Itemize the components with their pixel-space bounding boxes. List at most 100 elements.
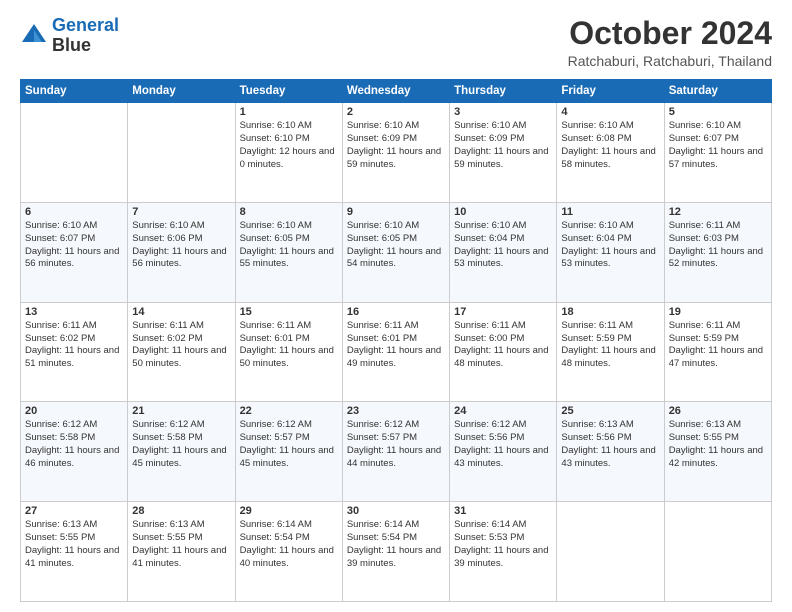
day-number: 13: [25, 306, 123, 318]
day-number: 6: [25, 206, 123, 218]
sunset-text: Sunset: 5:55 PM: [669, 432, 767, 445]
calendar-week-row: 13Sunrise: 6:11 AMSunset: 6:02 PMDayligh…: [21, 302, 772, 402]
day-number: 17: [454, 306, 552, 318]
day-number: 10: [454, 206, 552, 218]
calendar-cell: 12 Sunrise: 6:11 AMSunset: 6:03 PMDayligh…: [664, 202, 771, 302]
daylight-text: Daylight: 11 hours and 56 minutes.: [25, 246, 123, 272]
day-number: 1: [240, 106, 338, 118]
daylight-text: Daylight: 11 hours and 49 minutes.: [347, 345, 445, 371]
sunset-text: Sunset: 5:55 PM: [25, 532, 123, 545]
sunrise-text: Sunrise: 6:11 AM: [132, 320, 230, 333]
sunset-text: Sunset: 6:09 PM: [347, 133, 445, 146]
calendar-cell: 4Sunrise: 6:10 AMSunset: 6:08 PMDaylight…: [557, 103, 664, 203]
sunrise-text: Sunrise: 6:10 AM: [347, 220, 445, 233]
sunset-text: Sunset: 5:59 PM: [669, 333, 767, 346]
sunrise-text: Sunrise: 6:10 AM: [240, 120, 338, 133]
calendar-cell: [128, 103, 235, 203]
daylight-text: Daylight: 11 hours and 59 minutes.: [454, 146, 552, 172]
calendar-cell: 8Sunrise: 6:10 AMSunset: 6:05 PMDaylight…: [235, 202, 342, 302]
sunrise-text: Sunrise: 6:14 AM: [240, 519, 338, 532]
weekday-header-cell: Saturday: [664, 80, 771, 103]
calendar-cell: 13Sunrise: 6:11 AMSunset: 6:02 PMDayligh…: [21, 302, 128, 402]
day-number: 7: [132, 206, 230, 218]
sunrise-text: Sunrise: 6:11 AM: [25, 320, 123, 333]
daylight-text: Daylight: 11 hours and 39 minutes.: [454, 545, 552, 571]
sunset-text: Sunset: 6:07 PM: [25, 233, 123, 246]
weekday-header-cell: Sunday: [21, 80, 128, 103]
day-number: 8: [240, 206, 338, 218]
daylight-text: Daylight: 11 hours and 55 minutes.: [240, 246, 338, 272]
sunrise-text: Sunrise: 6:14 AM: [454, 519, 552, 532]
sunrise-text: Sunrise: 6:12 AM: [347, 419, 445, 432]
sunset-text: Sunset: 5:55 PM: [132, 532, 230, 545]
sunset-text: Sunset: 5:59 PM: [561, 333, 659, 346]
sunset-text: Sunset: 6:02 PM: [25, 333, 123, 346]
calendar-week-row: 1Sunrise: 6:10 AMSunset: 6:10 PMDaylight…: [21, 103, 772, 203]
location-title: Ratchaburi, Ratchaburi, Thailand: [568, 53, 772, 69]
logo-icon: [20, 22, 48, 50]
calendar-cell: 19Sunrise: 6:11 AMSunset: 5:59 PMDayligh…: [664, 302, 771, 402]
sunrise-text: Sunrise: 6:11 AM: [347, 320, 445, 333]
calendar-cell: 6Sunrise: 6:10 AMSunset: 6:07 PMDaylight…: [21, 202, 128, 302]
sunset-text: Sunset: 6:03 PM: [669, 233, 767, 246]
calendar-cell: 28Sunrise: 6:13 AMSunset: 5:55 PMDayligh…: [128, 502, 235, 602]
sunrise-text: Sunrise: 6:12 AM: [240, 419, 338, 432]
daylight-text: Daylight: 11 hours and 58 minutes.: [561, 146, 659, 172]
daylight-text: Daylight: 11 hours and 40 minutes.: [240, 545, 338, 571]
sunrise-text: Sunrise: 6:10 AM: [454, 120, 552, 133]
day-number: 20: [25, 405, 123, 417]
daylight-text: Daylight: 11 hours and 54 minutes.: [347, 246, 445, 272]
daylight-text: Daylight: 11 hours and 48 minutes.: [561, 345, 659, 371]
sunrise-text: Sunrise: 6:10 AM: [132, 220, 230, 233]
sunset-text: Sunset: 5:57 PM: [240, 432, 338, 445]
calendar-cell: 20Sunrise: 6:12 AMSunset: 5:58 PMDayligh…: [21, 402, 128, 502]
daylight-text: Daylight: 11 hours and 42 minutes.: [669, 445, 767, 471]
calendar-body: 1Sunrise: 6:10 AMSunset: 6:10 PMDaylight…: [21, 103, 772, 602]
sunset-text: Sunset: 6:04 PM: [561, 233, 659, 246]
calendar-cell: 16Sunrise: 6:11 AMSunset: 6:01 PMDayligh…: [342, 302, 449, 402]
daylight-text: Daylight: 11 hours and 47 minutes.: [669, 345, 767, 371]
daylight-text: Daylight: 12 hours and 0 minutes.: [240, 146, 338, 172]
calendar-cell: 7Sunrise: 6:10 AMSunset: 6:06 PMDaylight…: [128, 202, 235, 302]
sunrise-text: Sunrise: 6:13 AM: [561, 419, 659, 432]
calendar-cell: [21, 103, 128, 203]
calendar-cell: 26Sunrise: 6:13 AMSunset: 5:55 PMDayligh…: [664, 402, 771, 502]
sunset-text: Sunset: 6:01 PM: [347, 333, 445, 346]
day-number: 26: [669, 405, 767, 417]
calendar-cell: 31 Sunrise: 6:14 AMSunset: 5:53 PMDayligh…: [450, 502, 557, 602]
sunset-text: Sunset: 5:58 PM: [25, 432, 123, 445]
calendar-cell: 14Sunrise: 6:11 AMSunset: 6:02 PMDayligh…: [128, 302, 235, 402]
sunrise-text: Sunrise: 6:13 AM: [25, 519, 123, 532]
page: General Blue October 2024 Ratchaburi, Ra…: [0, 0, 792, 612]
sunset-text: Sunset: 6:07 PM: [669, 133, 767, 146]
sunrise-text: Sunrise: 6:11 AM: [669, 320, 767, 333]
calendar-cell: 3Sunrise: 6:10 AMSunset: 6:09 PMDaylight…: [450, 103, 557, 203]
daylight-text: Daylight: 11 hours and 52 minutes.: [669, 246, 767, 272]
day-number: 25: [561, 405, 659, 417]
sunrise-text: Sunrise: 6:10 AM: [561, 220, 659, 233]
day-number: 31: [454, 505, 552, 517]
sunset-text: Sunset: 5:53 PM: [454, 532, 552, 545]
sunrise-text: Sunrise: 6:11 AM: [454, 320, 552, 333]
sunrise-text: Sunrise: 6:10 AM: [669, 120, 767, 133]
sunrise-text: Sunrise: 6:10 AM: [240, 220, 338, 233]
calendar-cell: [557, 502, 664, 602]
calendar-cell: 18Sunrise: 6:11 AMSunset: 5:59 PMDayligh…: [557, 302, 664, 402]
calendar-cell: 22Sunrise: 6:12 AMSunset: 5:57 PMDayligh…: [235, 402, 342, 502]
calendar-cell: 9Sunrise: 6:10 AMSunset: 6:05 PMDaylight…: [342, 202, 449, 302]
daylight-text: Daylight: 11 hours and 53 minutes.: [454, 246, 552, 272]
daylight-text: Daylight: 11 hours and 56 minutes.: [132, 246, 230, 272]
day-number: 29: [240, 505, 338, 517]
daylight-text: Daylight: 11 hours and 59 minutes.: [347, 146, 445, 172]
calendar-cell: 21Sunrise: 6:12 AMSunset: 5:58 PMDayligh…: [128, 402, 235, 502]
weekday-header-cell: Tuesday: [235, 80, 342, 103]
logo: General Blue: [20, 16, 119, 56]
calendar-cell: 15Sunrise: 6:11 AMSunset: 6:01 PMDayligh…: [235, 302, 342, 402]
month-title: October 2024: [568, 16, 772, 51]
day-number: 12: [669, 206, 767, 218]
calendar-cell: 25Sunrise: 6:13 AMSunset: 5:56 PMDayligh…: [557, 402, 664, 502]
sunrise-text: Sunrise: 6:11 AM: [669, 220, 767, 233]
day-number: 11: [561, 206, 659, 218]
day-number: 14: [132, 306, 230, 318]
header: General Blue October 2024 Ratchaburi, Ra…: [20, 16, 772, 69]
